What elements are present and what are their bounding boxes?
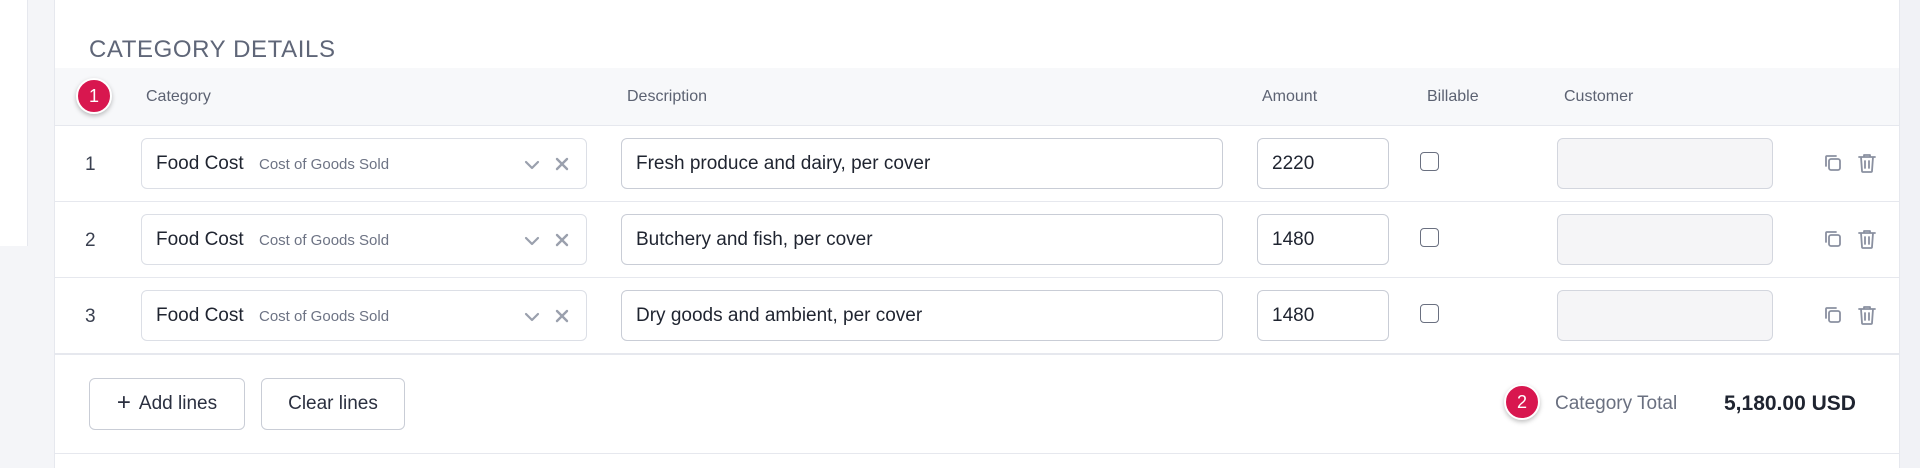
category-name: Food Cost bbox=[156, 153, 244, 174]
category-type: Cost of Goods Sold bbox=[259, 156, 390, 173]
customer-input[interactable] bbox=[1557, 138, 1773, 189]
category-select[interactable]: Food Cost Cost of Goods Sold bbox=[141, 290, 587, 341]
category-select[interactable]: Food Cost Cost of Goods Sold bbox=[141, 214, 587, 265]
billable-checkbox[interactable] bbox=[1420, 228, 1439, 247]
left-panel-edge bbox=[0, 0, 28, 246]
row-number: 3 bbox=[85, 306, 96, 327]
copy-icon[interactable] bbox=[1821, 227, 1845, 251]
category-type: Cost of Goods Sold bbox=[259, 232, 390, 249]
table-row: 2 Food Cost Cost of Goods Sold bbox=[55, 202, 1899, 278]
amount-input[interactable] bbox=[1257, 290, 1389, 341]
table-header: Category Description Amount Billable Cus… bbox=[55, 68, 1899, 126]
description-input[interactable] bbox=[621, 214, 1223, 265]
close-icon[interactable] bbox=[552, 154, 572, 174]
category-total-label: Category Total bbox=[1555, 393, 1678, 414]
amount-input[interactable] bbox=[1257, 138, 1389, 189]
header-description: Description bbox=[627, 88, 708, 105]
plus-icon: + bbox=[116, 389, 131, 416]
header-billable: Billable bbox=[1427, 88, 1479, 105]
section-title: CATEGORY DETAILS bbox=[89, 36, 336, 63]
billable-checkbox[interactable] bbox=[1420, 304, 1439, 323]
table-row: 1 Food Cost Cost of Goods Sold bbox=[55, 126, 1899, 202]
description-input[interactable] bbox=[621, 290, 1223, 341]
amount-input[interactable] bbox=[1257, 214, 1389, 265]
trash-icon[interactable] bbox=[1855, 303, 1879, 327]
step-marker-2: 2 bbox=[1504, 384, 1540, 420]
copy-icon[interactable] bbox=[1821, 151, 1845, 175]
category-details-card: CATEGORY DETAILS Category Description Am… bbox=[54, 0, 1900, 468]
chevron-down-icon[interactable] bbox=[522, 307, 542, 327]
table-row: 3 Food Cost Cost of Goods Sold bbox=[55, 278, 1899, 354]
chevron-down-icon[interactable] bbox=[522, 155, 542, 175]
add-lines-button[interactable]: + Add lines bbox=[89, 378, 245, 430]
category-select[interactable]: Food Cost Cost of Goods Sold bbox=[141, 138, 587, 189]
clear-lines-button[interactable]: Clear lines bbox=[261, 378, 405, 430]
table-footer: + Add lines Clear lines 2 Category Total… bbox=[55, 354, 1899, 454]
row-number: 1 bbox=[85, 154, 96, 175]
close-icon[interactable] bbox=[552, 230, 572, 250]
description-input[interactable] bbox=[621, 138, 1223, 189]
add-lines-label: Add lines bbox=[138, 393, 218, 414]
trash-icon[interactable] bbox=[1855, 151, 1879, 175]
close-icon[interactable] bbox=[552, 306, 572, 326]
category-total-value: 5,180.00 USD bbox=[1724, 392, 1856, 415]
chevron-down-icon[interactable] bbox=[522, 231, 542, 251]
category-type: Cost of Goods Sold bbox=[259, 308, 390, 325]
customer-input[interactable] bbox=[1557, 214, 1773, 265]
category-name: Food Cost bbox=[156, 229, 244, 250]
header-category: Category bbox=[146, 88, 211, 105]
right-panel-edge bbox=[1900, 0, 1920, 468]
customer-input[interactable] bbox=[1557, 290, 1773, 341]
billable-checkbox[interactable] bbox=[1420, 152, 1439, 171]
copy-icon[interactable] bbox=[1821, 303, 1845, 327]
step-marker-1: 1 bbox=[76, 78, 112, 114]
header-amount: Amount bbox=[1262, 88, 1318, 105]
header-customer: Customer bbox=[1564, 88, 1634, 105]
trash-icon[interactable] bbox=[1855, 227, 1879, 251]
category-name: Food Cost bbox=[156, 305, 244, 326]
row-number: 2 bbox=[85, 230, 96, 251]
